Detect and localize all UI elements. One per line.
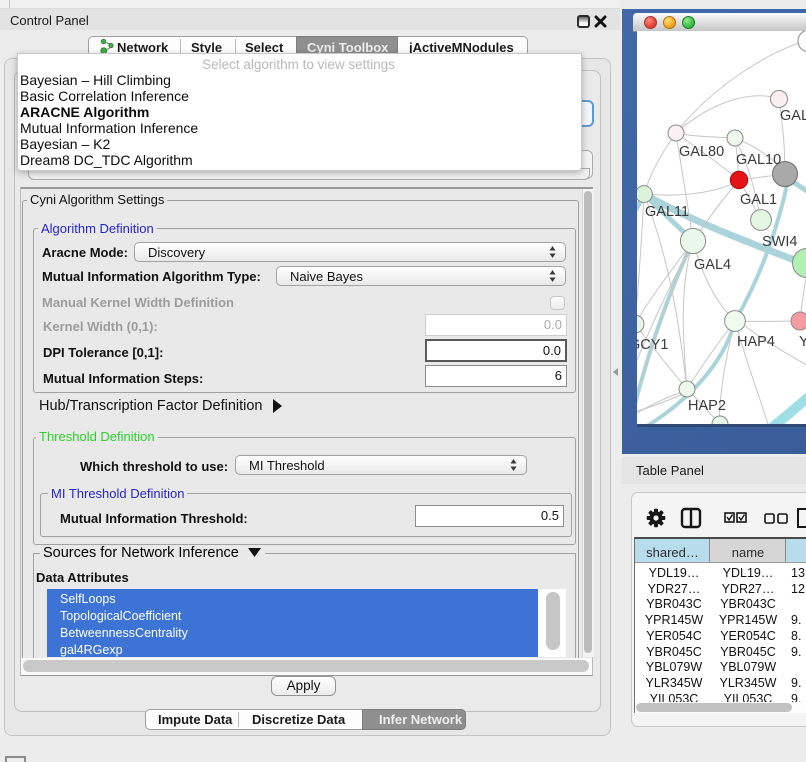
svg-text:GAL80: GAL80 — [679, 144, 724, 160]
svg-text:GAL11: GAL11 — [645, 204, 689, 220]
svg-text:GAL1: GAL1 — [740, 192, 777, 208]
svg-text:GCY1: GCY1 — [637, 337, 669, 353]
svg-text:SWI4: SWI4 — [762, 234, 797, 250]
svg-text:GAL8: GAL8 — [780, 108, 806, 124]
svg-text:GAL4: GAL4 — [694, 257, 731, 273]
svg-text:HAP4: HAP4 — [737, 334, 775, 350]
svg-text:Y: Y — [799, 334, 806, 350]
svg-text:GAL10: GAL10 — [736, 152, 781, 168]
svg-text:HAP2: HAP2 — [688, 398, 726, 414]
